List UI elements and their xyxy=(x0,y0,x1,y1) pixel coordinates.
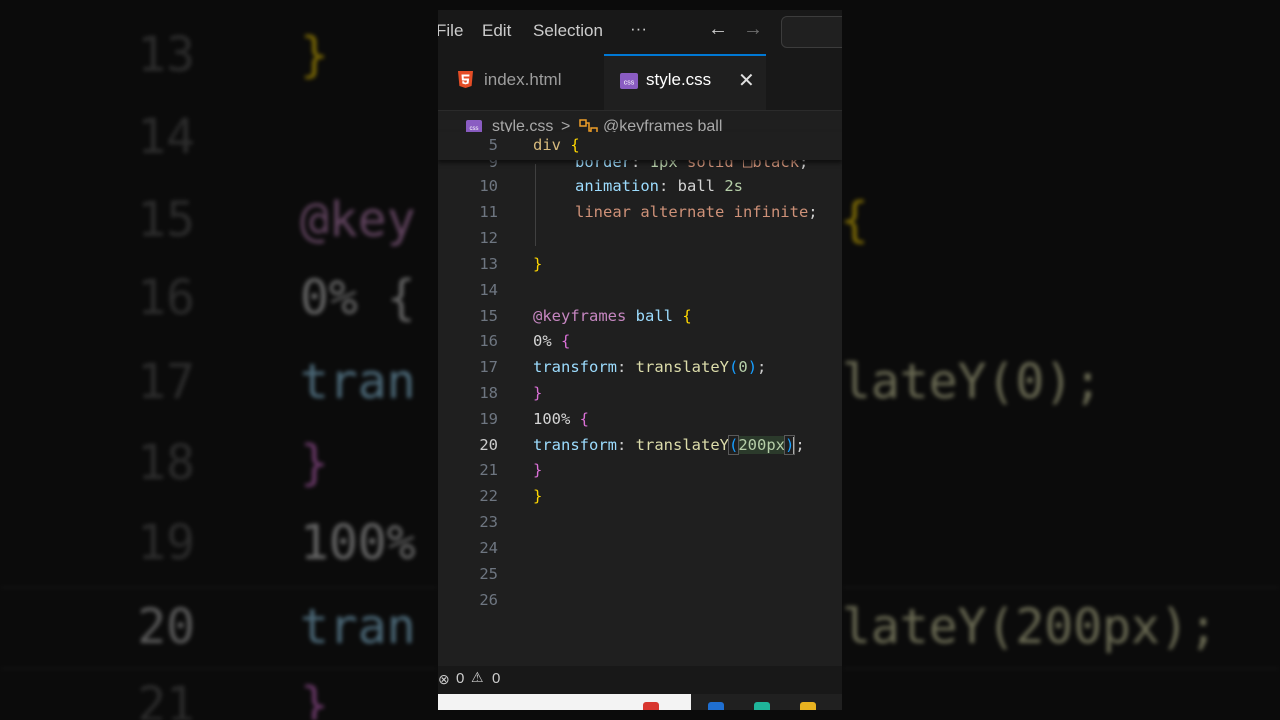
background-zoom-left: 13} 14 15 @key 16 0% { 17 tran 18} 19 100% 2… xyxy=(0,0,438,720)
code-line: 21} xyxy=(479,461,543,479)
bg-line: 14 xyxy=(137,109,195,165)
code-editor-window: File Edit Selection ··· ← → index.html c… xyxy=(438,10,842,710)
code-line: 22} xyxy=(479,487,543,505)
code-line: 26 xyxy=(479,591,498,609)
background-zoom-right: { lateY(0); lateY(200px); xyxy=(842,0,1280,720)
code-line: 13} xyxy=(479,255,543,273)
code-line: 17 transform: translateY(0); xyxy=(479,358,767,376)
bg-line: 20 tran xyxy=(137,599,416,655)
warning-count[interactable]: 0 xyxy=(492,670,500,687)
code-line: 18} xyxy=(479,384,543,402)
bg-line: 13} xyxy=(137,27,329,83)
code-line: 19 100% { xyxy=(479,410,590,428)
bg-line: 18} xyxy=(137,435,329,491)
code-line: 24 xyxy=(479,539,498,557)
sticky-scroll-header[interactable]: 5 div { xyxy=(438,132,842,160)
bg-line: { xyxy=(842,192,869,248)
app-icon[interactable] xyxy=(643,702,659,710)
bg-line: 21} xyxy=(137,677,329,720)
code-line: 25 xyxy=(479,565,498,583)
code-line-active: 20 transform: translateY(200px); xyxy=(479,435,805,455)
error-count[interactable]: 0 xyxy=(456,670,464,687)
code-line: 14 xyxy=(479,281,498,299)
folder-icon[interactable] xyxy=(800,702,816,710)
taskbar xyxy=(438,694,842,710)
line-number: 5 xyxy=(488,136,498,154)
status-bar: ⊗ 0 ⚠ 0 xyxy=(438,666,842,694)
error-icon[interactable]: ⊗ xyxy=(438,671,450,688)
bg-line: 15 @key xyxy=(137,192,416,248)
bg-line: 16 0% { xyxy=(137,270,416,326)
code-line: 16 0% { xyxy=(479,332,571,350)
bg-line: 19 100% xyxy=(137,515,416,571)
code-line: 11 linear alternate infinite; xyxy=(479,203,818,221)
code-line: 15 @keyframes ball { xyxy=(479,307,692,325)
code-line: 23 xyxy=(479,513,498,531)
code-line: 12 xyxy=(479,229,498,247)
bg-line: lateY(0); xyxy=(842,354,1103,410)
app-icon[interactable] xyxy=(754,702,770,710)
bg-line: lateY(200px); xyxy=(842,599,1218,655)
text-caret xyxy=(793,436,796,455)
warning-icon[interactable]: ⚠ xyxy=(471,669,484,686)
code-area[interactable]: 5 div { 9 border: 1px solid □black; 10 anim… xyxy=(438,10,842,710)
app-icon[interactable] xyxy=(708,702,724,710)
code-line: 10 animation: ball 2s xyxy=(479,177,744,195)
bg-line: 17 tran xyxy=(137,354,416,410)
